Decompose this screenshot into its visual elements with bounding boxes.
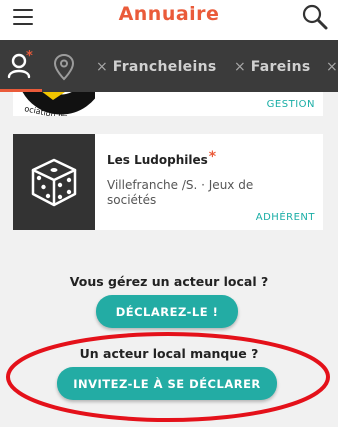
chip-label: Francheleins (112, 59, 217, 75)
remove-chip-icon[interactable]: × (96, 59, 108, 75)
card-thumbnail: ociation Imaginact (13, 92, 95, 116)
card-thumbnail (13, 134, 95, 230)
directory-card[interactable]: Les Ludophiles* Villefranche /S. · Jeux … (13, 134, 323, 230)
filter-chip-partial[interactable]: × (326, 57, 338, 77)
filter-chip-francheleins[interactable]: × Francheleins (96, 57, 216, 77)
status-badge: GESTION (266, 99, 315, 110)
filter-chip-fareins[interactable]: × Fareins (234, 57, 311, 77)
dice-icon (31, 158, 77, 207)
annotation-ellipse (6, 332, 330, 422)
search-icon[interactable] (300, 2, 330, 32)
chip-label: Fareins (250, 59, 311, 75)
remove-chip-icon[interactable]: × (234, 59, 246, 75)
declare-button[interactable]: DÉCLAREZ-LE ! (96, 295, 238, 328)
page-title: Annuaire (118, 3, 220, 25)
svg-text:*: * (26, 49, 33, 64)
location-pin-icon[interactable] (52, 53, 76, 81)
filter-bar: * × Francheleins × Fareins × (0, 40, 338, 92)
user-filter-tab[interactable]: * (0, 40, 42, 92)
status-badge: ADHÉRENT (255, 212, 315, 223)
user-filter-icon: * (7, 49, 33, 79)
card-description: Villefranche /S. · Jeux de sociétés (107, 178, 254, 207)
required-mark: * (208, 149, 217, 165)
manage-question: Vous gérez un acteur local ? (69, 274, 269, 289)
card-title[interactable]: Les Ludophiles* (107, 149, 217, 168)
remove-chip-icon[interactable]: × (326, 59, 338, 75)
directory-card[interactable]: ociation Imaginact GESTION (13, 92, 323, 116)
app-header: Annuaire (0, 0, 338, 40)
